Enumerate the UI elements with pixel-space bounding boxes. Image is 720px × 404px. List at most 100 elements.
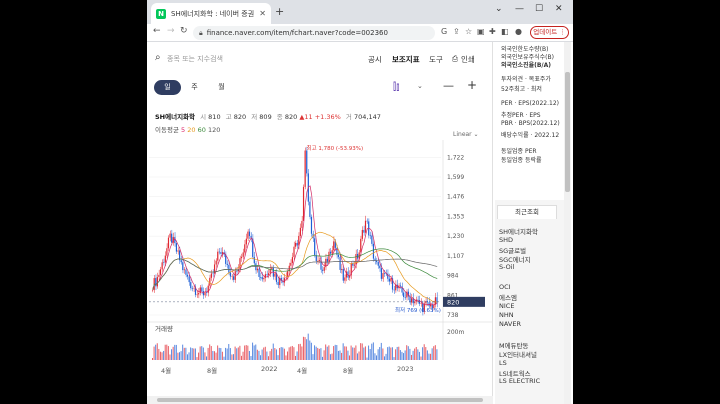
volume-bar [434,345,436,360]
y-tick-label: 1,107 [447,253,464,260]
puzzle-icon[interactable]: ✚ [489,27,496,36]
minimize-icon[interactable]: — [515,4,524,14]
candle [361,229,363,239]
price-change: ▲11 [299,113,313,121]
list-item[interactable]: NAVER [499,320,521,328]
candle [226,263,228,265]
volume-bar [237,347,239,360]
search-icon[interactable]: ⌕ [155,52,161,63]
volume-bar [364,346,366,360]
volume-bar [152,358,153,360]
list-item[interactable]: LS ELECTRIC [499,377,540,385]
candle [369,235,371,236]
candle [210,273,212,278]
volume-bar [390,347,392,360]
side-scrollbar[interactable] [564,42,571,404]
scrollbar-thumb[interactable] [157,398,483,402]
tab-recent[interactable]: 최근조회 [497,205,557,219]
volume-bar [185,347,187,360]
candlestick-icon[interactable]: ⫿⫾ [393,82,399,93]
horizontal-scrollbar[interactable] [147,396,493,404]
volume-bar [288,347,290,360]
url-input[interactable]: 🔒︎ finance.naver.com/item/fchart.naver?c… [193,26,435,40]
candle [344,277,346,281]
side-scrollbar-thumb[interactable] [565,72,570,192]
candle [291,257,294,263]
volume-bar [323,350,325,360]
bookmark-icon[interactable]: ☆ [465,27,472,36]
link-tools[interactable]: 도구 [429,54,443,65]
volume-bar [242,351,244,360]
volume-bar [407,346,409,360]
price-chart[interactable]: 1,7221,5991,4761,3531,2301,1079848617382… [147,140,493,365]
search-input[interactable]: 종목 또는 지수검색 [167,54,223,64]
candle [325,258,327,268]
volume-bar [283,348,285,360]
candle [426,301,429,303]
volume-bar [225,347,227,360]
list-item[interactable]: 에스엠 [499,292,517,302]
volume-bar [180,351,182,360]
period-month[interactable]: 월 [208,80,235,95]
zoom-in-button[interactable]: + [467,78,477,92]
list-item[interactable]: LS [499,359,507,367]
maximize-icon[interactable]: ☐ [535,4,543,14]
period-week[interactable]: 주 [181,80,208,95]
list-item[interactable]: NICE [499,302,514,310]
zoom-out-button[interactable]: — [443,79,454,92]
volume-bar [410,354,412,360]
forward-icon[interactable]: → [167,26,175,36]
back-icon[interactable]: ← [153,26,161,36]
candle [403,292,405,297]
list-item[interactable]: LX인터내셔널 [499,349,537,359]
candle [217,251,219,261]
list-item[interactable]: SHD [499,236,513,244]
volume-bar [256,349,258,360]
print-icon[interactable]: ⎙ [452,54,458,64]
candle [323,267,325,271]
link-print[interactable]: 인쇄 [461,54,475,65]
volume-bar [258,350,260,360]
tab-close-icon[interactable]: ✕ [259,9,266,18]
volume-bar [430,353,432,360]
volume-bar [204,352,206,360]
candle [380,268,382,279]
candle [318,260,321,261]
x-tick: 8월 [207,367,218,375]
volume-bar [218,347,220,360]
volume-bar [290,346,292,360]
list-item[interactable]: OCI [499,283,511,291]
candle [388,278,390,282]
reload-icon[interactable]: ↻ [180,26,188,36]
volume-bar [280,347,282,360]
list-item[interactable]: NHN [499,311,514,319]
volume-bar [196,357,198,360]
new-tab-icon[interactable]: + [275,5,284,18]
google-icon[interactable]: G [441,27,447,36]
outer-left-frame [0,0,147,404]
tab-search-icon[interactable]: ⌄ [495,4,503,14]
candle [231,276,233,277]
active-tab[interactable]: N SH에너지화학 : 네이버 증권 ✕ [151,3,271,24]
volume-bar [310,342,312,360]
extension-icon[interactable]: ▣ [477,27,485,36]
update-button[interactable]: 업데이트 ⋮ [530,26,569,39]
candle [204,292,206,296]
list-item[interactable]: SH에너지화학 [499,226,538,236]
candle [331,250,333,254]
list-item[interactable]: S-Oil [499,263,514,271]
volume-bar [403,353,405,360]
close-window-icon[interactable]: ✕ [555,4,563,14]
candle [242,252,244,257]
candle [186,274,189,277]
candle [206,292,208,293]
scale-selector[interactable]: Linear ⌄ [453,131,479,138]
link-disclosure[interactable]: 공시 [368,54,382,65]
link-indicators[interactable]: 보조지표 [392,54,420,65]
profile-icon[interactable]: ● [515,27,522,36]
y-tick-label: 1,722 [447,154,464,161]
period-day[interactable]: 일 [154,80,181,95]
sidepanel-icon[interactable]: ◧ [501,27,509,36]
share-icon[interactable]: ⇪ [453,27,460,36]
chevron-down-icon[interactable]: ⌄ [417,82,423,90]
